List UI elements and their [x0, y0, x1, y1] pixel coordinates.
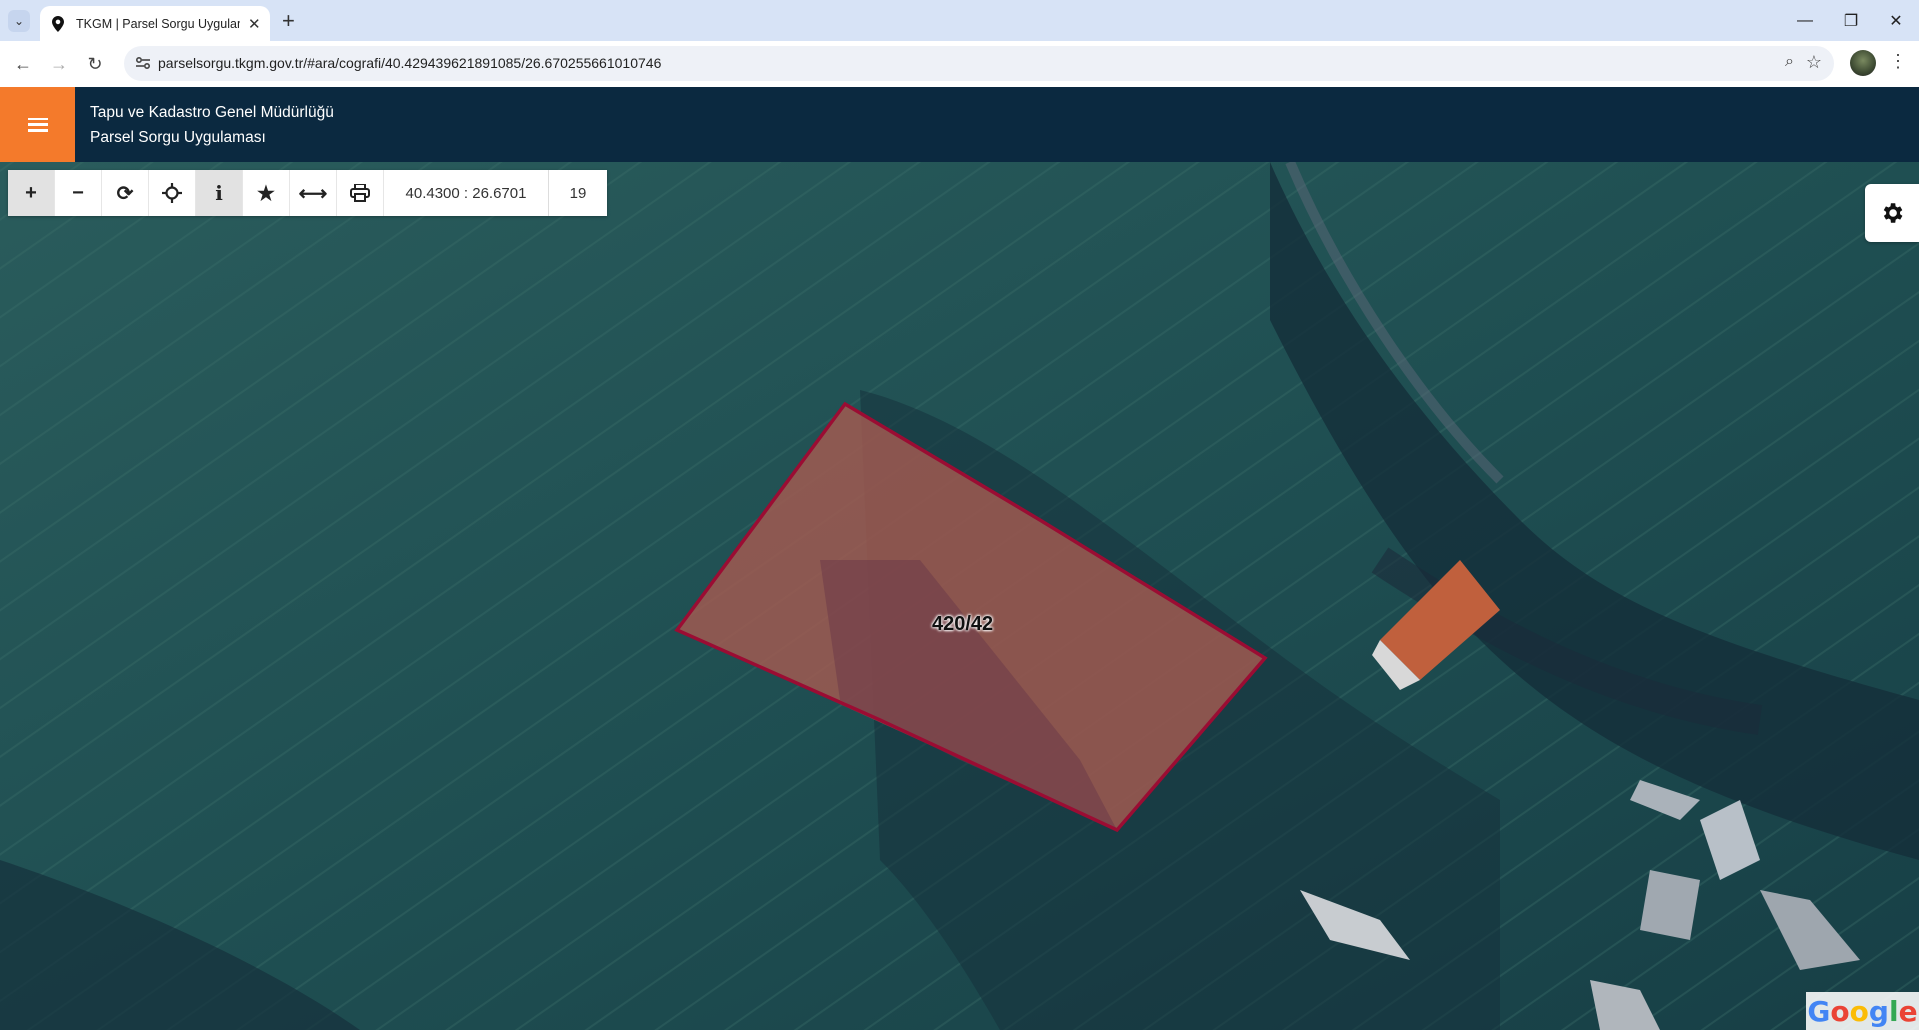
- forward-icon[interactable]: →: [44, 49, 74, 79]
- satellite-map[interactable]: 420/42: [0, 162, 1919, 1030]
- menu-icon: [27, 117, 48, 132]
- satellite-imagery: [0, 162, 1919, 1030]
- app-header: Tapu ve Kadastro Genel Müdürlüğü Parsel …: [0, 87, 1919, 162]
- zoom-out-icon[interactable]: −: [55, 170, 102, 216]
- org-name: Tapu ve Kadastro Genel Müdürlüğü: [90, 104, 334, 121]
- minimize-icon[interactable]: —: [1782, 0, 1828, 41]
- url-text: parselsorgu.tkgm.gov.tr/#ara/cografi/40.…: [158, 55, 662, 71]
- map-pin-icon: [50, 15, 66, 32]
- google-logo-letter: G: [1807, 994, 1831, 1028]
- tab-title: TKGM | Parsel Sorgu Uygulaması: [76, 16, 240, 31]
- map-toolbar: + − ⟳ i ★ ⟷ 40.4300 : 26.6701 19: [8, 170, 607, 216]
- browser-tab-active[interactable]: TKGM | Parsel Sorgu Uygulaması ✕: [40, 6, 270, 41]
- zoom-level-readout: 19: [569, 184, 587, 202]
- app-title: Tapu ve Kadastro Genel Müdürlüğü Parsel …: [90, 100, 334, 150]
- info-icon[interactable]: i: [196, 170, 243, 216]
- reload-icon[interactable]: ↻: [80, 49, 110, 79]
- browser-tab-bar: ⌄ TKGM | Parsel Sorgu Uygulaması ✕ + — ❐…: [0, 0, 1919, 41]
- refresh-icon[interactable]: ⟳: [102, 170, 149, 216]
- favorite-icon[interactable]: ★: [243, 170, 290, 216]
- google-logo-letter: o: [1830, 994, 1850, 1028]
- parcel-label: 420/42: [932, 613, 994, 635]
- restore-icon[interactable]: ❐: [1828, 0, 1874, 41]
- google-logo-letter: e: [1898, 994, 1918, 1028]
- back-icon[interactable]: ←: [8, 49, 38, 79]
- zoom-in-icon[interactable]: +: [8, 170, 55, 216]
- app-name: Parsel Sorgu Uygulaması: [90, 129, 266, 146]
- new-tab-icon[interactable]: +: [282, 8, 295, 34]
- google-logo-letter: g: [1868, 994, 1889, 1028]
- site-info-icon[interactable]: [132, 52, 154, 74]
- google-logo-letter: l: [1888, 994, 1899, 1028]
- tab-close-icon[interactable]: ✕: [248, 15, 261, 33]
- browser-menu-icon[interactable]: ⋮: [1889, 51, 1907, 72]
- print-icon[interactable]: [337, 170, 384, 216]
- address-bar[interactable]: parselsorgu.tkgm.gov.tr/#ara/cografi/40.…: [124, 46, 1834, 81]
- google-attribution-logo: Google: [1806, 992, 1919, 1030]
- settings-button[interactable]: [1865, 184, 1919, 242]
- tab-list-chevron-icon[interactable]: ⌄: [8, 10, 30, 32]
- window-close-icon[interactable]: ✕: [1873, 0, 1919, 41]
- bookmark-star-icon[interactable]: ☆: [1806, 52, 1822, 73]
- measure-icon[interactable]: ⟷: [290, 170, 337, 216]
- profile-avatar[interactable]: [1850, 50, 1876, 76]
- hamburger-menu-button[interactable]: [0, 87, 75, 162]
- browser-nav-bar: ← → ↻ parselsorgu.tkgm.gov.tr/#ara/cogra…: [0, 41, 1919, 87]
- gear-icon: [1883, 203, 1903, 223]
- zoom-magnifier-icon[interactable]: ⌕: [1785, 53, 1794, 71]
- coordinate-readout: 40.4300 : 26.6701: [384, 170, 549, 216]
- locate-icon[interactable]: [149, 170, 196, 216]
- google-logo-letter: o: [1849, 994, 1869, 1028]
